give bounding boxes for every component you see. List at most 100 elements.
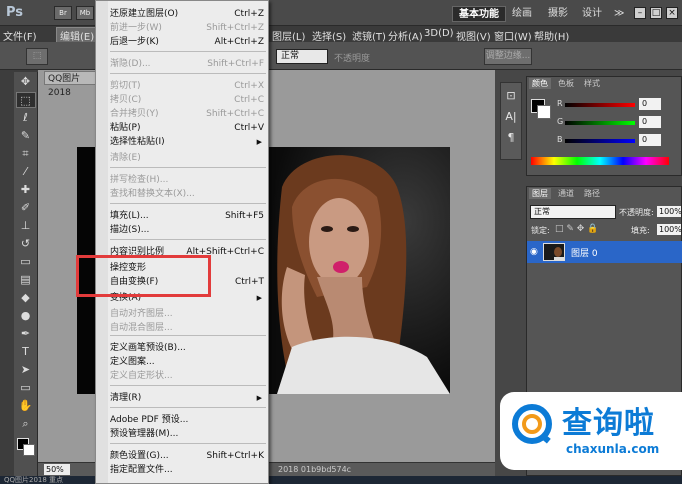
quick-select-tool-icon[interactable]: ✎ — [16, 128, 36, 144]
menu-3d[interactable]: 3D(D) — [424, 28, 454, 39]
menu-filter[interactable]: 滤镜(T) — [352, 28, 386, 43]
menu-item[interactable]: 填充(L)... Shift+F5 — [110, 209, 264, 223]
menu-item[interactable]: 后退一步(K) Alt+Ctrl+Z — [110, 35, 264, 49]
eraser-tool-icon[interactable]: ▭ — [16, 254, 36, 270]
menu-item[interactable]: 颜色设置(G)... Shift+Ctrl+K — [110, 449, 264, 463]
lasso-tool-icon[interactable]: ℓ — [16, 110, 36, 126]
zoom-tool-icon[interactable]: ⌕ — [16, 416, 36, 432]
history-panel-icon[interactable]: ⊡ — [503, 88, 519, 104]
menu-item-shortcut: Shift+Ctrl+F — [207, 59, 264, 69]
tab-layers[interactable]: 图层 — [529, 188, 551, 199]
submenu-arrow-icon: ▶ — [256, 394, 262, 402]
lock-icons[interactable]: □ ✎ ✥ 🔒 — [555, 224, 598, 234]
tab-paths[interactable]: 路径 — [581, 188, 603, 199]
mini-bridge-button[interactable]: Mb — [76, 6, 94, 20]
path-selection-tool-icon[interactable]: ➤ — [16, 362, 36, 378]
menu-window[interactable]: 窗口(W) — [494, 28, 532, 43]
layer-opacity-field[interactable]: 100% — [657, 206, 682, 217]
document-tab[interactable]: QQ图片2018 — [44, 71, 100, 98]
menu-item[interactable]: 描边(S)... — [110, 223, 264, 237]
red-slider[interactable] — [565, 103, 635, 107]
menu-item[interactable]: 粘贴(P) Ctrl+V — [110, 121, 264, 135]
refine-edge-button[interactable]: 调整边缘... — [484, 48, 532, 65]
color-background-swatch[interactable] — [537, 105, 551, 119]
menu-item-label: 前进一步(W) — [110, 23, 162, 33]
paragraph-panel-icon[interactable]: ¶ — [503, 130, 519, 146]
menu-item[interactable]: 清理(R) ▶ — [110, 391, 264, 405]
layer-row[interactable]: ◉ 图层 0 — [527, 241, 682, 263]
tab-color[interactable]: 颜色 — [529, 78, 551, 89]
menu-view[interactable]: 视图(V) — [456, 28, 491, 43]
zoom-level-field[interactable]: 50% — [44, 464, 70, 475]
hand-tool-icon[interactable]: ✋ — [16, 398, 36, 414]
bridge-button[interactable]: Br — [54, 6, 72, 20]
close-icon[interactable]: × — [666, 7, 678, 19]
menu-item[interactable]: 定义画笔预设(B)... — [110, 341, 264, 355]
menu-item-label: 拼写检查(H)... — [110, 175, 169, 185]
menu-analysis[interactable]: 分析(A) — [388, 28, 423, 43]
workspace-painting[interactable]: 绘画 — [506, 6, 538, 22]
menu-item[interactable]: 指定配置文件... — [110, 463, 264, 477]
edit-menu-dropdown: 还原建立图层(O) Ctrl+Z 前进一步(W) Shift+Ctrl+Z 后退一步(K… — [95, 0, 269, 484]
workspace-more-button[interactable]: ≫ — [608, 6, 630, 22]
menu-layer[interactable]: 图层(L) — [272, 28, 305, 43]
menu-select[interactable]: 选择(S) — [312, 28, 346, 43]
menu-item-label: 定义图案... — [110, 357, 155, 367]
tab-channels[interactable]: 通道 — [555, 188, 577, 199]
shape-tool-icon[interactable]: ▭ — [16, 380, 36, 396]
eyedropper-tool-icon[interactable]: ⁄ — [16, 164, 36, 180]
menu-separator — [110, 167, 266, 168]
background-color-swatch[interactable] — [23, 444, 35, 456]
type-tool-icon[interactable]: T — [16, 344, 36, 360]
left-edge-strip — [0, 70, 14, 476]
crop-tool-icon[interactable]: ⌗ — [16, 146, 36, 162]
menu-item: 合并拷贝(Y) Shift+Ctrl+C — [110, 107, 264, 121]
menu-item-label: 描边(S)... — [110, 225, 150, 235]
maximize-icon[interactable]: □ — [650, 7, 662, 19]
layer-name: 图层 0 — [571, 249, 598, 259]
submenu-arrow-icon: ▶ — [256, 294, 262, 302]
blue-slider[interactable] — [565, 139, 635, 143]
clone-stamp-tool-icon[interactable]: ⊥ — [16, 218, 36, 234]
menu-separator — [110, 239, 266, 240]
green-value-field[interactable]: 0 — [639, 116, 661, 128]
menu-separator — [110, 385, 266, 386]
character-panel-icon[interactable]: A| — [503, 109, 519, 125]
fill-field[interactable]: 100% — [657, 224, 682, 235]
menu-item-label: 查找和替换文本(X)... — [110, 189, 195, 199]
red-value-field[interactable]: 0 — [639, 98, 661, 110]
menu-item[interactable]: Adobe PDF 预设... — [110, 413, 264, 427]
blend-mode-select[interactable]: 正常 — [530, 205, 616, 219]
menu-help[interactable]: 帮助(H) — [534, 28, 569, 43]
green-slider[interactable] — [565, 121, 635, 125]
menu-file[interactable]: 文件(F) — [3, 28, 37, 43]
menu-item: 自动混合图层... — [110, 321, 264, 335]
workspace-essentials[interactable]: 基本功能 — [452, 6, 506, 22]
pen-tool-icon[interactable]: ✒ — [16, 326, 36, 342]
tab-swatches[interactable]: 色板 — [555, 78, 577, 89]
style-mode-select[interactable]: 正常 — [276, 49, 328, 64]
menu-item[interactable]: 预设管理器(M)... — [110, 427, 264, 441]
minimize-icon[interactable]: – — [634, 7, 646, 19]
blue-value-field[interactable]: 0 — [639, 134, 661, 146]
tab-styles[interactable]: 样式 — [581, 78, 603, 89]
marquee-tool-icon[interactable]: ⬚ — [15, 92, 36, 108]
workspace-design[interactable]: 设计 — [576, 6, 608, 22]
dodge-tool-icon[interactable]: ● — [16, 308, 36, 324]
brush-tool-icon[interactable]: ✐ — [16, 200, 36, 216]
marquee-preset-icon[interactable]: ⬚ — [26, 48, 48, 65]
history-brush-tool-icon[interactable]: ↺ — [16, 236, 36, 252]
menu-item[interactable]: 选择性粘贴(I) ▶ — [110, 135, 264, 149]
healing-brush-tool-icon[interactable]: ✚ — [16, 182, 36, 198]
menu-item: 拼写检查(H)... — [110, 173, 264, 187]
color-spectrum-bar[interactable] — [531, 157, 669, 165]
menu-item-label: 还原建立图层(O) — [110, 9, 179, 19]
menu-item[interactable]: 还原建立图层(O) Ctrl+Z — [110, 7, 264, 21]
eye-icon[interactable]: ◉ — [530, 247, 538, 257]
menu-item[interactable]: 定义图案... — [110, 355, 264, 369]
workspace-photography[interactable]: 摄影 — [542, 6, 574, 22]
blur-tool-icon[interactable]: ◆ — [16, 290, 36, 306]
menu-item-shortcut: Shift+Ctrl+C — [206, 109, 264, 119]
move-tool-icon[interactable]: ✥ — [16, 74, 36, 90]
gradient-tool-icon[interactable]: ▤ — [16, 272, 36, 288]
